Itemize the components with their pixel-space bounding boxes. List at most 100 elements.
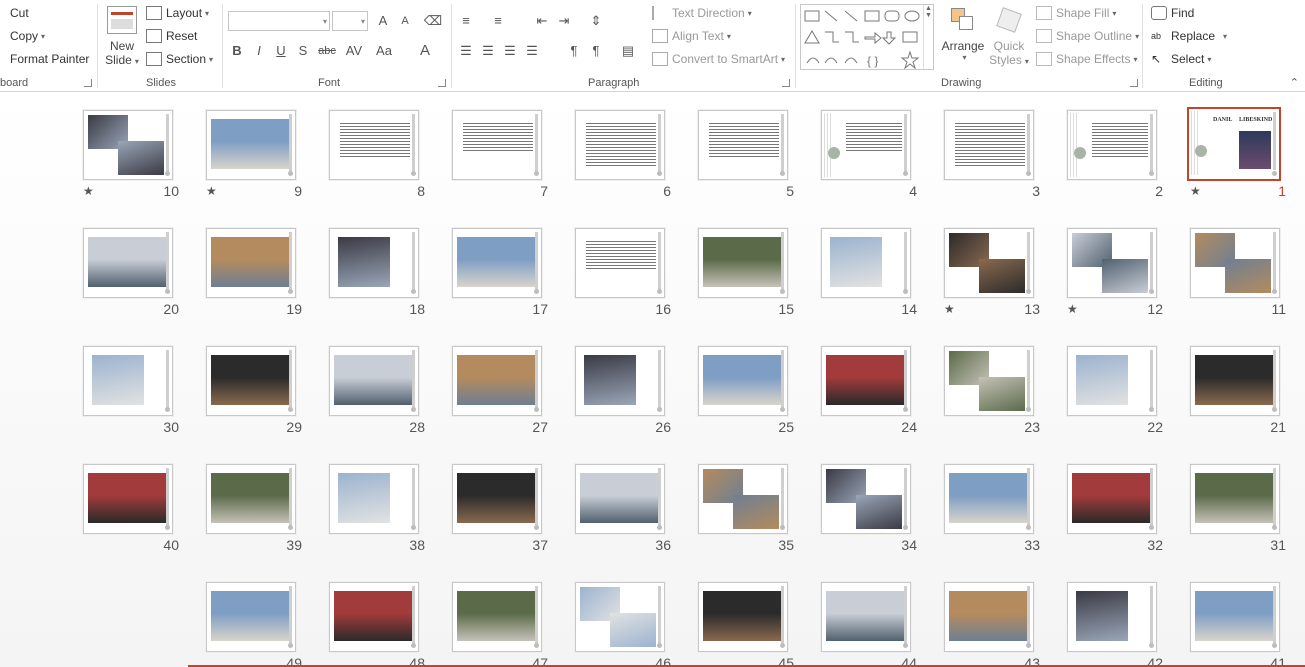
text-direction-button[interactable]: Text Direction ▾ — [652, 3, 752, 23]
slide-thumbnail[interactable]: 38 — [329, 464, 425, 553]
animation-star-icon[interactable]: ★ — [206, 184, 217, 198]
slide-thumbnail[interactable]: 36 — [575, 464, 671, 553]
justify-icon[interactable]: ☰ — [522, 41, 542, 61]
slide-thumbnail[interactable]: 28 — [329, 346, 425, 435]
format-painter-button[interactable]: Format Painter — [0, 49, 89, 69]
slide-thumbnail[interactable]: 14 — [821, 228, 917, 317]
slide-thumbnail[interactable]: 30 — [83, 346, 179, 435]
slide-thumbnail[interactable]: 42 — [1067, 582, 1163, 667]
ltr-icon[interactable]: ¶ — [564, 41, 584, 61]
slide-thumbnail[interactable]: 24 — [821, 346, 917, 435]
slide-thumbnail[interactable]: 33 — [944, 464, 1040, 553]
slide-thumbnail[interactable]: 49 — [206, 582, 302, 667]
select-button[interactable]: ↖ Select ▾ — [1151, 49, 1211, 69]
slide-thumbnail[interactable]: 17 — [452, 228, 548, 317]
slide-thumbnail[interactable]: 34 — [821, 464, 917, 553]
numbering-icon[interactable]: ≡ — [488, 11, 508, 31]
slide-thumbnail[interactable]: 18 — [329, 228, 425, 317]
bold-button[interactable]: B — [227, 41, 247, 61]
shadow-button[interactable]: S — [293, 41, 313, 61]
slide-thumbnail[interactable]: 40 — [83, 464, 179, 553]
slide-thumbnail[interactable]: 5 — [698, 110, 794, 199]
shape-fill-button[interactable]: Shape Fill ▾ — [1036, 3, 1116, 23]
slide-thumbnail[interactable]: 20 — [83, 228, 179, 317]
font-name-box[interactable]: ▾ — [228, 11, 330, 31]
slide-thumbnail[interactable]: 10 ★ — [83, 110, 179, 199]
slide-thumbnail[interactable]: 19 — [206, 228, 302, 317]
decrease-indent-icon[interactable]: ⇤ — [532, 11, 552, 31]
collapse-ribbon-icon[interactable]: ⌃ — [1290, 76, 1299, 89]
paragraph-launcher-icon[interactable] — [782, 79, 790, 87]
char-spacing-button[interactable]: AV — [341, 41, 367, 61]
font-launcher-icon[interactable] — [438, 79, 446, 87]
slide-sorter[interactable]: DANIL LIBESKIND 1 ★ 2 3 4 5 6 7 8 9 ★ 10 ★ 11 12 ★ 13 ★ 14 15… — [0, 93, 1305, 667]
underline-button[interactable]: U — [271, 41, 291, 61]
slide-thumbnail[interactable]: 46 — [575, 582, 671, 667]
copy-button[interactable]: Copy ▾ — [0, 26, 45, 46]
slide-thumbnail[interactable]: 22 — [1067, 346, 1163, 435]
slide-thumbnail[interactable]: 12 ★ — [1067, 228, 1163, 317]
slide-thumbnail[interactable]: DANIL LIBESKIND 1 ★ — [1187, 107, 1286, 199]
shrink-font-button[interactable]: A — [395, 11, 415, 31]
animation-star-icon[interactable]: ★ — [944, 302, 955, 316]
layout-button[interactable]: Layout ▾ — [146, 3, 209, 23]
arrange-button[interactable]: Arrange ▾ — [940, 4, 986, 72]
slide-thumbnail[interactable]: 21 — [1190, 346, 1286, 435]
align-right-icon[interactable]: ☰ — [500, 41, 520, 61]
slide-thumbnail[interactable]: 16 — [575, 228, 671, 317]
bullets-icon[interactable]: ≡ — [456, 11, 476, 31]
new-slide-button[interactable]: New Slide ▾ — [104, 4, 140, 72]
slide-thumbnail[interactable]: 27 — [452, 346, 548, 435]
gallery-scroll[interactable]: ▲ ▼ — [923, 5, 933, 69]
align-left-icon[interactable]: ☰ — [456, 41, 476, 61]
find-button[interactable]: Find — [1151, 3, 1194, 23]
align-center-icon[interactable]: ☰ — [478, 41, 498, 61]
slide-thumbnail[interactable]: 44 — [821, 582, 917, 667]
section-button[interactable]: Section ▾ — [146, 49, 213, 69]
slide-thumbnail[interactable]: 45 — [698, 582, 794, 667]
shapes-gallery[interactable]: { } ▲ ▼ — [800, 4, 934, 70]
slide-thumbnail[interactable]: 7 — [452, 110, 548, 199]
slide-thumbnail[interactable]: 11 — [1190, 228, 1286, 317]
replace-button[interactable]: ab Replace ▾ — [1151, 26, 1227, 46]
shape-outline-button[interactable]: Shape Outline ▾ — [1036, 26, 1139, 46]
slide-thumbnail[interactable]: 13 ★ — [944, 228, 1040, 317]
slide-thumbnail[interactable]: 8 — [329, 110, 425, 199]
slide-thumbnail[interactable]: 43 — [944, 582, 1040, 667]
grow-font-button[interactable]: A — [373, 11, 393, 31]
change-case-button[interactable]: Aa — [371, 41, 397, 61]
italic-button[interactable]: I — [249, 41, 269, 61]
slide-thumbnail[interactable]: 32 — [1067, 464, 1163, 553]
slide-thumbnail[interactable]: 3 — [944, 110, 1040, 199]
line-spacing-icon[interactable]: ⇕ — [586, 11, 606, 31]
slide-thumbnail[interactable]: 26 — [575, 346, 671, 435]
chevron-down-icon[interactable]: ▾ — [41, 32, 45, 41]
align-text-button[interactable]: Align Text ▾ — [652, 26, 731, 46]
slide-thumbnail[interactable]: 35 — [698, 464, 794, 553]
animation-star-icon[interactable]: ★ — [1067, 302, 1078, 316]
clipboard-launcher-icon[interactable] — [84, 79, 92, 87]
slide-thumbnail[interactable]: 37 — [452, 464, 548, 553]
clear-format-icon[interactable]: ⌫ — [423, 11, 443, 31]
reset-button[interactable]: Reset — [146, 26, 197, 46]
font-color-button[interactable]: A — [415, 41, 435, 61]
font-size-box[interactable]: ▾ — [332, 11, 368, 31]
animation-star-icon[interactable]: ★ — [1190, 184, 1201, 198]
slide-thumbnail[interactable]: 41 — [1190, 582, 1286, 667]
slide-thumbnail[interactable]: 2 — [1067, 110, 1163, 199]
slide-thumbnail[interactable]: 29 — [206, 346, 302, 435]
shape-effects-button[interactable]: Shape Effects ▾ — [1036, 49, 1138, 69]
slide-thumbnail[interactable]: 6 — [575, 110, 671, 199]
drawing-launcher-icon[interactable] — [1130, 79, 1138, 87]
increase-indent-icon[interactable]: ⇥ — [554, 11, 574, 31]
rtl-icon[interactable]: ¶ — [586, 41, 606, 61]
quick-styles-button[interactable]: Quick Styles ▾ — [986, 4, 1032, 72]
slide-thumbnail[interactable]: 39 — [206, 464, 302, 553]
slide-thumbnail[interactable]: 31 — [1190, 464, 1286, 553]
strikethrough-button[interactable]: abc — [315, 41, 339, 61]
slide-thumbnail[interactable]: 9 ★ — [206, 110, 302, 199]
columns-icon[interactable]: ▤ — [618, 41, 638, 61]
slide-thumbnail[interactable]: 15 — [698, 228, 794, 317]
slide-thumbnail[interactable]: 4 — [821, 110, 917, 199]
slide-thumbnail[interactable]: 47 — [452, 582, 548, 667]
